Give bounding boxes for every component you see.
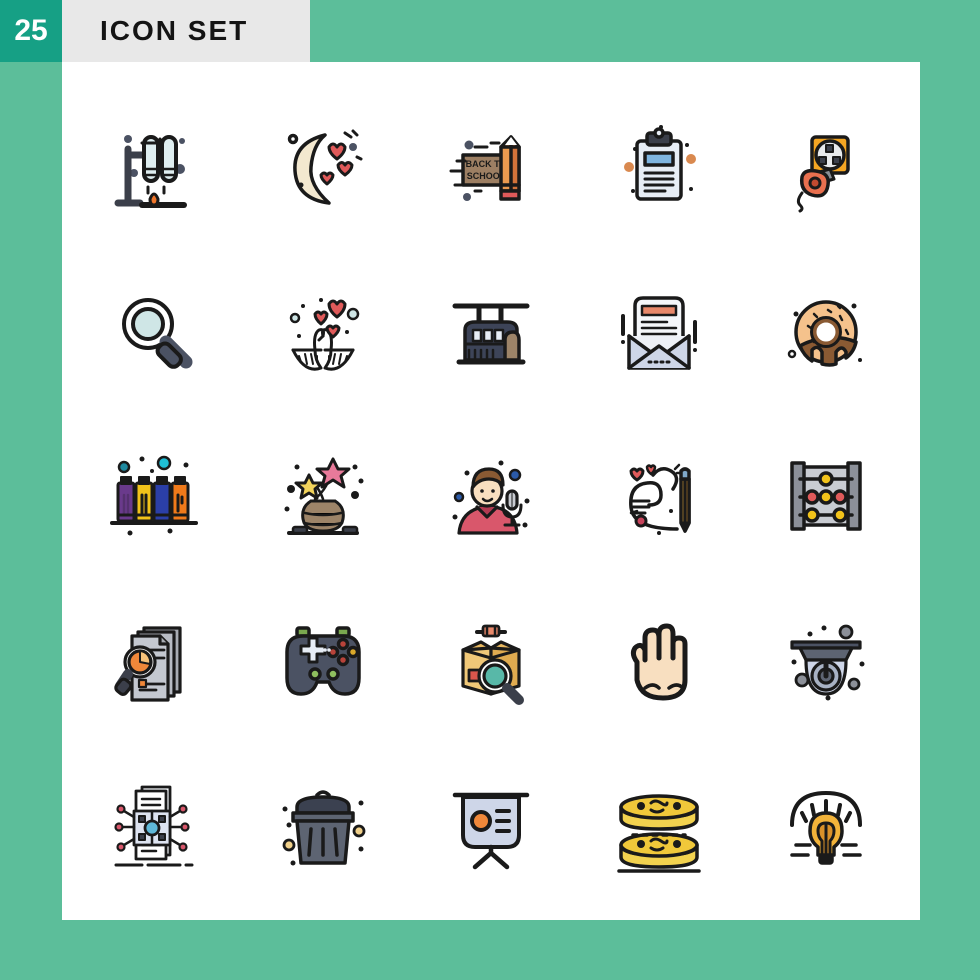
power-socket-plug-icon	[797, 134, 850, 213]
icon-cell-podcaster-microphone[interactable]	[407, 414, 575, 579]
icon-cell-document-analysis[interactable]	[72, 580, 240, 745]
paint-bottles-icon	[109, 455, 198, 536]
love-swans-icon	[290, 297, 360, 371]
light-bulb-idea-icon	[790, 791, 863, 866]
crescent-moon-hearts-icon	[288, 129, 363, 205]
flower-vase-icon	[284, 457, 364, 535]
page-title: ICON SET	[100, 15, 249, 46]
icon-cell-open-envelope[interactable]	[575, 249, 743, 414]
package-search-icon	[461, 624, 524, 706]
icon-set-page: 25 ICON SET BACK TO SCHOOL	[0, 0, 980, 980]
icon-cell-hand-gesture[interactable]	[575, 580, 743, 745]
icon-cell-light-bulb-idea[interactable]	[742, 745, 910, 910]
podcaster-microphone-icon	[452, 460, 530, 535]
coin-stack-icon	[616, 794, 701, 874]
icon-cell-gamepad[interactable]	[240, 580, 408, 745]
document-analysis-icon	[114, 626, 182, 702]
icon-grid: BACK TO SCHOOL	[62, 62, 920, 920]
icon-cell-trash-can[interactable]	[240, 745, 408, 910]
cable-car-icon	[452, 303, 530, 365]
test-tube-rack-icon	[114, 134, 187, 208]
icon-cell-donut[interactable]	[742, 249, 910, 414]
icon-cell-love-swans[interactable]	[240, 249, 408, 414]
icon-cell-presentation-board[interactable]	[407, 745, 575, 910]
icon-count-badge: 25	[0, 0, 62, 62]
clipboard-icon	[623, 124, 696, 201]
icon-cell-coin-stack[interactable]	[575, 745, 743, 910]
dome-security-camera-icon	[790, 624, 865, 701]
icon-cell-package-search[interactable]	[407, 580, 575, 745]
header-bar: 25 ICON SET	[0, 0, 310, 62]
icon-cell-back-to-school[interactable]: BACK TO SCHOOL	[407, 84, 575, 249]
network-chip-document-icon	[114, 785, 194, 867]
icon-cell-flower-vase[interactable]	[240, 414, 408, 579]
hand-gesture-icon	[630, 623, 688, 701]
pencil-drawing-heart-icon	[628, 463, 691, 535]
icon-cell-dome-security-camera[interactable]	[742, 580, 910, 745]
presentation-board-icon	[452, 793, 530, 870]
back-to-school-icon: BACK TO SCHOOL	[449, 134, 521, 201]
icon-cell-paint-bottles[interactable]	[72, 414, 240, 579]
donut-icon	[787, 300, 863, 367]
icon-cell-test-tube-rack[interactable]	[72, 84, 240, 249]
icon-cell-power-socket-plug[interactable]	[742, 84, 910, 249]
open-envelope-icon	[620, 296, 697, 370]
icon-cell-crescent-moon-hearts[interactable]	[240, 84, 408, 249]
gamepad-icon	[285, 626, 362, 696]
icon-cell-cable-car[interactable]	[407, 249, 575, 414]
icon-cell-abacus[interactable]	[742, 414, 910, 579]
magnifying-glass-icon	[121, 297, 193, 369]
icon-cell-network-chip-document[interactable]	[72, 745, 240, 910]
icon-cell-pencil-drawing-heart[interactable]	[575, 414, 743, 579]
icon-card: BACK TO SCHOOL	[62, 62, 920, 920]
trash-can-icon	[282, 790, 366, 866]
abacus-icon	[790, 461, 862, 531]
icon-cell-magnifying-glass[interactable]	[72, 249, 240, 414]
icon-cell-clipboard[interactable]	[575, 84, 743, 249]
